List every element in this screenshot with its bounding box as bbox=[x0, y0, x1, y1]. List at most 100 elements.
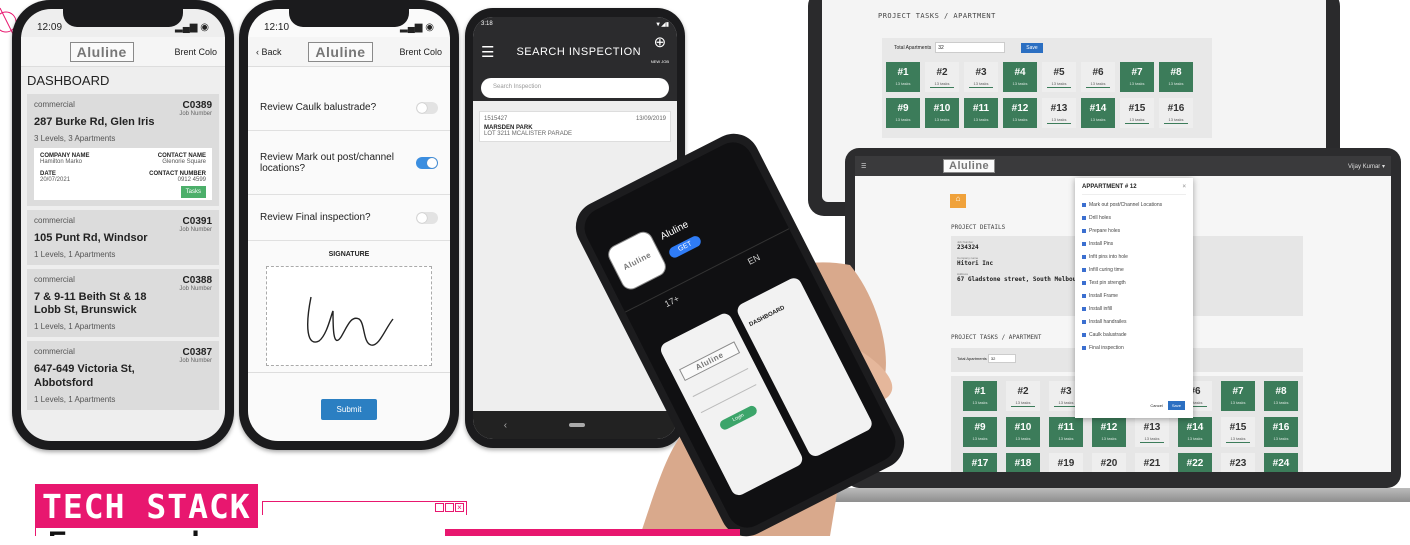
apartment-tile[interactable]: #2013 tasks bbox=[1092, 453, 1126, 472]
new-job-button[interactable]: ⊕ NEW JOB bbox=[651, 35, 669, 68]
tasks-button[interactable]: Tasks bbox=[180, 185, 206, 198]
task-checkbox[interactable]: Install infill bbox=[1082, 302, 1186, 315]
apartment-tile[interactable]: #2413 tasks bbox=[1264, 453, 1298, 472]
review-question: Review Caulk balustrade? bbox=[248, 85, 450, 131]
apartment-tile[interactable]: #2213 tasks bbox=[1178, 453, 1212, 472]
inspection-result[interactable]: 1515427 13/09/2019 MARSDEN PARK LOT 3211 … bbox=[479, 111, 671, 142]
get-button[interactable]: GET bbox=[667, 233, 703, 260]
apartment-tile[interactable]: #15 13 tasks bbox=[1221, 417, 1255, 447]
toggle-switch[interactable] bbox=[416, 156, 438, 169]
menu-icon[interactable]: ☰ bbox=[481, 43, 494, 61]
accent-bar bbox=[445, 529, 740, 536]
status-time: 12:09 bbox=[37, 22, 63, 33]
apartment-tile[interactable]: #1713 tasks bbox=[963, 453, 997, 472]
task-checkbox[interactable]: Install Pins bbox=[1082, 237, 1186, 250]
apartment-tile[interactable]: #8 13 tasks bbox=[1264, 381, 1298, 411]
job-card[interactable]: commercial C0388 7 & 9-11 Beith St & 18 L… bbox=[27, 268, 219, 337]
phone-dashboard: 12:09 ▂▄▆ ◉ Aluline Brent Colo DASHBOARD … bbox=[12, 0, 234, 450]
close-icon[interactable]: × bbox=[1182, 184, 1186, 190]
apartment-tile[interactable]: #1 13 tasks bbox=[886, 62, 920, 92]
back-button[interactable]: ‹ Back bbox=[256, 47, 282, 57]
apartment-tile[interactable]: #10 13 tasks bbox=[1006, 417, 1040, 447]
total-apartments-label: Total Apartments bbox=[957, 356, 987, 361]
apartment-tile[interactable]: #11 13 tasks bbox=[964, 98, 998, 128]
signature-label: SIGNATURE bbox=[328, 251, 370, 258]
window-bar: × bbox=[262, 501, 467, 515]
apartment-tile[interactable]: #2 13 tasks bbox=[1006, 381, 1040, 411]
apartment-tile[interactable]: #12 13 tasks bbox=[1003, 98, 1037, 128]
apartment-tile[interactable]: #10 13 tasks bbox=[925, 98, 959, 128]
apartment-tile[interactable]: #7 13 tasks bbox=[1221, 381, 1255, 411]
apartment-tile[interactable]: #3 13 tasks bbox=[964, 62, 998, 92]
apartment-tile[interactable]: #2 13 tasks bbox=[925, 62, 959, 92]
apartment-modal: APPARTMENT # 12 × Mark out post/Channel L… bbox=[1075, 178, 1193, 418]
apartment-tile[interactable]: #11 13 tasks bbox=[1049, 417, 1083, 447]
apartment-tile[interactable]: #4 13 tasks bbox=[1003, 62, 1037, 92]
user-name[interactable]: Brent Colo bbox=[174, 47, 217, 57]
apartment-tile[interactable]: #1913 tasks bbox=[1049, 453, 1083, 472]
page-title: DASHBOARD bbox=[27, 73, 110, 88]
menu-icon[interactable]: ☰ bbox=[861, 163, 866, 170]
apartment-tile[interactable]: #5 13 tasks bbox=[1042, 62, 1076, 92]
apartment-tile[interactable]: #16 13 tasks bbox=[1264, 417, 1298, 447]
apartment-tile[interactable]: #16 13 tasks bbox=[1159, 98, 1193, 128]
apartment-tile[interactable]: #1813 tasks bbox=[1006, 453, 1040, 472]
modal-save-button[interactable]: Save bbox=[1167, 401, 1185, 410]
task-checkbox[interactable]: Infit pins into hole bbox=[1082, 250, 1186, 263]
status-time: 3:18 bbox=[481, 21, 493, 27]
app-icon: Aluline bbox=[604, 228, 670, 293]
app-logo: Aluline bbox=[943, 159, 996, 173]
toggle-switch[interactable] bbox=[416, 211, 438, 224]
task-checkbox[interactable]: Final inspection bbox=[1082, 341, 1186, 354]
back-nav-icon[interactable]: ‹ bbox=[504, 420, 507, 431]
submit-button[interactable]: Submit bbox=[320, 399, 378, 420]
apartment-tile[interactable]: #8 13 tasks bbox=[1159, 62, 1193, 92]
screen-title: SEARCH INSPECTION bbox=[516, 46, 642, 58]
age-rating: 17+ bbox=[662, 293, 682, 310]
close-icon: × bbox=[455, 503, 464, 512]
apartment-tile[interactable]: #2113 tasks bbox=[1135, 453, 1169, 472]
job-card[interactable]: commercial C0391 105 Punt Rd, Windsor Job … bbox=[27, 209, 219, 265]
task-checkbox[interactable]: Mark out post/Channel Locations bbox=[1082, 198, 1186, 211]
toggle-switch[interactable] bbox=[416, 101, 438, 114]
total-apartments-label: Total Apartments bbox=[894, 44, 932, 51]
job-card[interactable]: commercial C0387 647-649 Victoria St, Abb… bbox=[27, 341, 219, 410]
task-checkbox[interactable]: Infill curing time bbox=[1082, 263, 1186, 276]
apartment-tile[interactable]: #12 13 tasks bbox=[1092, 417, 1126, 447]
apartment-tile[interactable]: #13 13 tasks bbox=[1042, 98, 1076, 128]
apartment-tile[interactable]: #7 13 tasks bbox=[1120, 62, 1154, 92]
total-apartments-input[interactable]: 32 bbox=[935, 42, 1006, 53]
home-nav-icon[interactable] bbox=[568, 423, 585, 427]
apartment-tile[interactable]: #15 13 tasks bbox=[1120, 98, 1154, 128]
signature-pad[interactable] bbox=[266, 266, 432, 366]
cancel-button[interactable]: Cancel bbox=[1150, 403, 1162, 408]
user-menu[interactable]: Vijay Kumar ▾ bbox=[1348, 163, 1385, 170]
apartment-tile[interactable]: #13 13 tasks bbox=[1135, 417, 1169, 447]
task-checkbox[interactable]: Caulk balustrade bbox=[1082, 328, 1186, 341]
task-checkbox[interactable]: Drill holes bbox=[1082, 211, 1186, 224]
task-checkbox[interactable]: Install Frame bbox=[1082, 289, 1186, 302]
task-checkbox[interactable]: Test pin strength bbox=[1082, 276, 1186, 289]
apartment-tile[interactable]: #9 13 tasks bbox=[886, 98, 920, 128]
apartment-tile[interactable]: #14 13 tasks bbox=[1178, 417, 1212, 447]
total-apartments-input[interactable]: 32 bbox=[987, 354, 1017, 363]
app-logo: Aluline bbox=[69, 41, 134, 62]
apartment-tile[interactable]: #2313 tasks bbox=[1221, 453, 1255, 472]
task-checkbox[interactable]: Prepare holes bbox=[1082, 224, 1186, 237]
apartment-tile[interactable]: #14 13 tasks bbox=[1081, 98, 1115, 128]
apartment-tile[interactable]: #6 13 tasks bbox=[1081, 62, 1115, 92]
signature-stroke bbox=[307, 296, 394, 346]
maximize-icon bbox=[445, 503, 454, 512]
apartment-tile[interactable]: #9 13 tasks bbox=[963, 417, 997, 447]
job-card[interactable]: commercial C0389 287 Burke Rd, Glen Iris J… bbox=[27, 94, 219, 206]
home-icon[interactable]: ⌂ bbox=[950, 194, 966, 208]
task-checkbox[interactable]: Install handrailes bbox=[1082, 315, 1186, 328]
search-input[interactable]: Search Inspection bbox=[481, 78, 669, 98]
apartment-tile[interactable]: #1 13 tasks bbox=[963, 381, 997, 411]
banner-title: TECH STACK bbox=[35, 484, 258, 528]
signal-icon: ▂▄▆ ◉ bbox=[400, 22, 434, 33]
user-name[interactable]: Brent Colo bbox=[399, 47, 442, 57]
modal-title: APPARTMENT # 12 bbox=[1082, 184, 1137, 190]
minimize-icon bbox=[435, 503, 444, 512]
save-button[interactable]: Save bbox=[1021, 42, 1043, 53]
